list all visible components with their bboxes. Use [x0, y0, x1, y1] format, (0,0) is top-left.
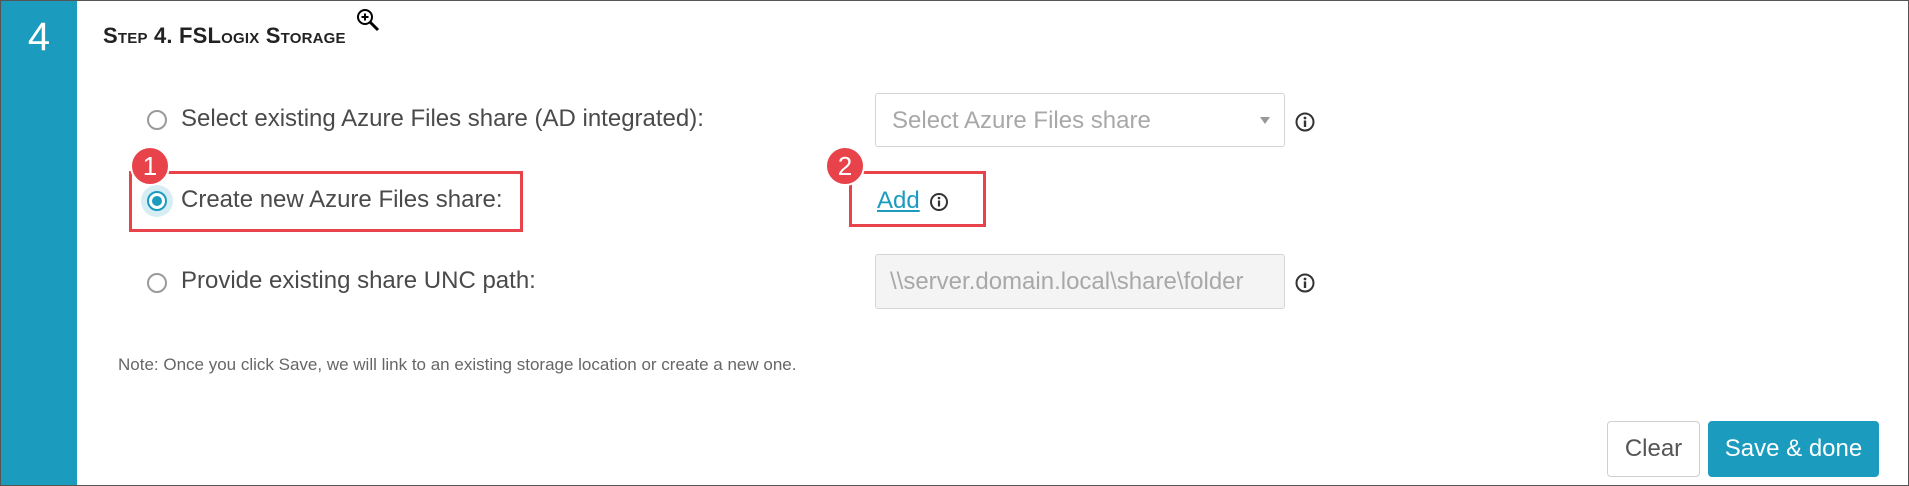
info-icon[interactable] — [1294, 272, 1316, 294]
save-and-done-button[interactable]: Save & done — [1708, 421, 1879, 477]
option-label-provide-unc-path: Provide existing share UNC path: — [181, 267, 536, 294]
radio-provide-unc-path[interactable] — [147, 273, 167, 293]
callout-badge-2: 2 — [825, 146, 865, 186]
callout-highlight-2 — [849, 171, 986, 227]
option-label-select-existing-share: Select existing Azure Files share (AD in… — [181, 105, 704, 132]
step-panel: 4 Step 4. FSLogix Storage Select existin… — [0, 0, 1909, 486]
info-icon[interactable] — [1294, 111, 1316, 133]
save-note: Note: Once you click Save, we will link … — [118, 355, 797, 374]
radio-select-existing-share[interactable] — [147, 110, 167, 130]
clear-button[interactable]: Clear — [1607, 421, 1700, 477]
chevron-down-icon — [1260, 117, 1270, 124]
step-title: Step 4. FSLogix Storage — [103, 23, 346, 48]
select-placeholder: Select Azure Files share — [892, 107, 1151, 134]
azure-files-share-select[interactable]: Select Azure Files share — [875, 93, 1285, 147]
step-number: 4 — [27, 15, 51, 59]
callout-highlight-1 — [129, 171, 523, 232]
zoom-in-cursor-icon — [357, 9, 380, 32]
callout-badge-1: 1 — [130, 146, 170, 186]
unc-path-input[interactable] — [875, 254, 1285, 309]
step-indicator-bar: 4 — [1, 1, 77, 485]
